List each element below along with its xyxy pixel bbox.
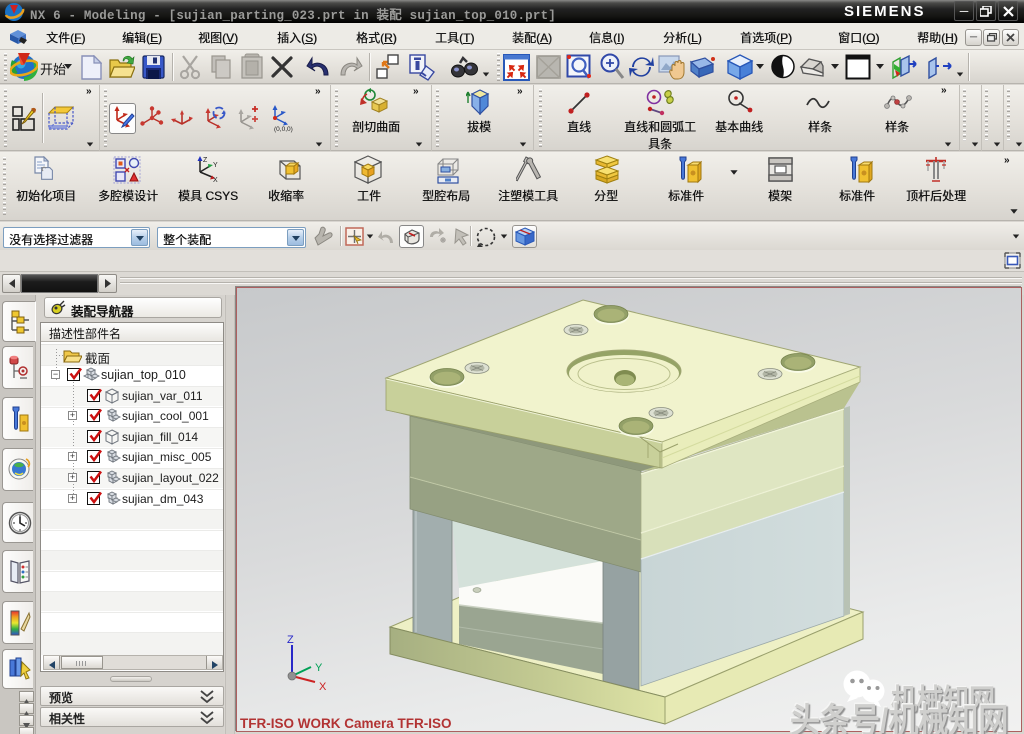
- svg-text:Z: Z: [203, 157, 208, 164]
- svg-text:X: X: [319, 681, 327, 693]
- svg-text:Y: Y: [213, 162, 218, 169]
- svg-text:(0,0,0): (0,0,0): [274, 126, 293, 133]
- svg-text:X: X: [213, 177, 218, 184]
- svg-text:Z: Z: [287, 634, 294, 646]
- svg-text:Y: Y: [315, 662, 323, 674]
